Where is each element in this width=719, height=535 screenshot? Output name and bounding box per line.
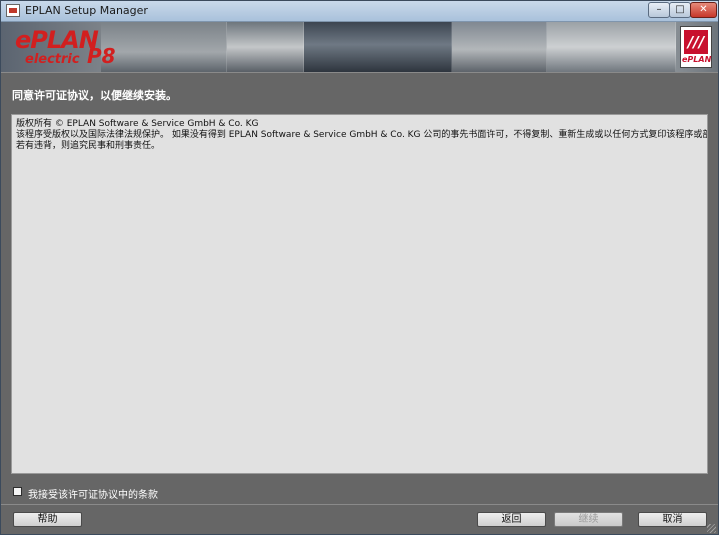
resize-grip-icon[interactable]	[707, 524, 716, 533]
maximize-button[interactable]: □	[669, 2, 691, 18]
accept-license-checkbox[interactable]	[13, 487, 22, 496]
continue-button[interactable]: 继续	[554, 512, 623, 527]
app-icon	[6, 4, 20, 17]
banner-photo-server-room	[101, 22, 227, 72]
logo-version: P8	[87, 44, 116, 68]
eplan-brand-icon: /// ePLAN	[680, 26, 712, 68]
license-line: 版权所有 © EPLAN Software & Service GmbH & C…	[16, 119, 259, 129]
banner-photo-plant	[304, 22, 452, 72]
brand-text: ePLAN	[682, 55, 712, 64]
page-heading: 同意许可证协议，以便继续安装。	[12, 89, 177, 102]
license-line: 若有违背，则追究民事和刑事责任。	[16, 141, 161, 151]
divider	[1, 504, 718, 505]
minimize-button[interactable]: –	[648, 2, 670, 18]
close-button[interactable]: ✕	[690, 2, 717, 18]
logo-text: ePLAN	[15, 26, 99, 54]
title-bar[interactable]: EPLAN Setup Manager – □ ✕	[1, 1, 718, 22]
license-line: 该程序受版权以及国际法律法规保护。 如果没有得到 EPLAN Software …	[16, 130, 708, 140]
back-button[interactable]: 返回	[477, 512, 546, 527]
setup-window: EPLAN Setup Manager – □ ✕ ePLAN electric…	[0, 0, 719, 535]
window-title: EPLAN Setup Manager	[25, 4, 148, 17]
header-banner: ePLAN electric P8 /// ePLAN	[1, 22, 718, 72]
help-button[interactable]: 帮助	[13, 512, 82, 527]
banner-photo-substation	[452, 22, 547, 72]
license-text-area[interactable]: 版权所有 © EPLAN Software & Service GmbH & C…	[11, 114, 708, 474]
logo-subtext: electric	[25, 52, 80, 67]
eplan-electric-logo: ePLAN electric P8	[5, 24, 116, 70]
banner-photo-lab	[547, 22, 676, 72]
divider	[1, 72, 718, 73]
banner-photo-engineer	[227, 22, 304, 72]
cancel-button[interactable]: 取消	[638, 512, 707, 527]
accept-license-label[interactable]: 我接受该许可证协议中的条款	[28, 486, 158, 501]
brand-mark-icon: ///	[684, 30, 708, 54]
